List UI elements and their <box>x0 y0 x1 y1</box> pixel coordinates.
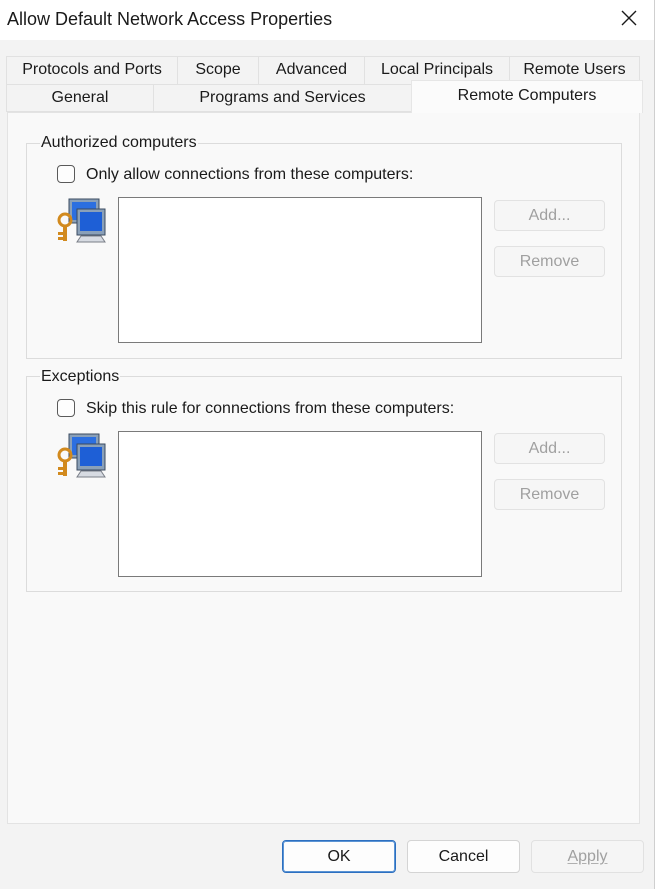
authorized-computers-label: Authorized computers <box>40 134 198 152</box>
authorized-add-button[interactable]: Add... <box>494 200 605 231</box>
skip-rule-checkbox-label[interactable]: Skip this rule for connections from thes… <box>86 400 454 418</box>
exceptions-computers-list[interactable] <box>118 431 482 577</box>
authorized-remove-button[interactable]: Remove <box>494 246 605 277</box>
exceptions-remove-button[interactable]: Remove <box>494 479 605 510</box>
computers-key-icon <box>57 433 106 478</box>
tab-protocols-and-ports[interactable]: Protocols and Ports <box>6 56 178 85</box>
tab-general[interactable]: General <box>6 84 154 112</box>
computers-key-icon <box>57 198 106 243</box>
close-icon <box>621 10 637 26</box>
tab-remote-computers[interactable]: Remote Computers <box>411 80 643 113</box>
properties-dialog: Allow Default Network Access Properties … <box>0 0 655 889</box>
only-allow-checkbox-label[interactable]: Only allow connections from these comput… <box>86 166 413 184</box>
exceptions-add-button[interactable]: Add... <box>494 433 605 464</box>
close-button[interactable] <box>609 0 649 36</box>
tab-strip: Protocols and Ports Scope Advanced Local… <box>0 56 654 113</box>
authorized-computers-list[interactable] <box>118 197 482 343</box>
title-bar: Allow Default Network Access Properties <box>0 0 654 40</box>
only-allow-checkbox[interactable] <box>57 165 75 183</box>
apply-button[interactable]: Apply <box>531 840 644 873</box>
ok-button[interactable]: OK <box>282 840 396 873</box>
exceptions-label: Exceptions <box>40 368 121 386</box>
window-title: Allow Default Network Access Properties <box>7 9 333 29</box>
tab-programs-and-services[interactable]: Programs and Services <box>153 84 412 112</box>
cancel-button[interactable]: Cancel <box>407 840 520 873</box>
tab-advanced[interactable]: Advanced <box>258 56 365 85</box>
tab-scope[interactable]: Scope <box>177 56 259 85</box>
skip-rule-checkbox[interactable] <box>57 399 75 417</box>
